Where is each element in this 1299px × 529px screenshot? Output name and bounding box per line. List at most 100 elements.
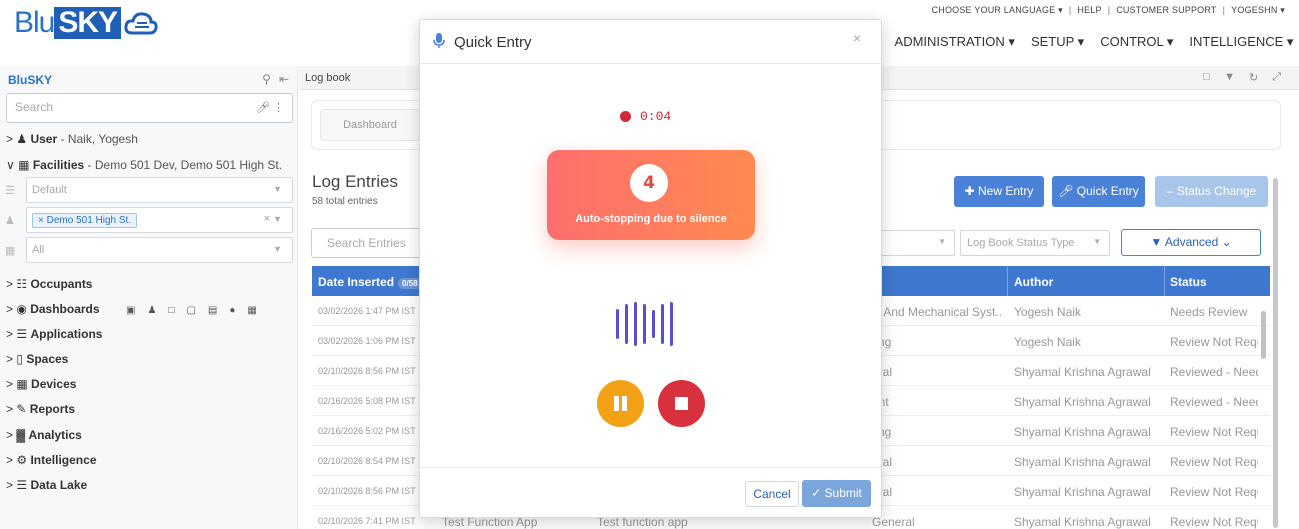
facility-chip[interactable]: × Demo 501 High St.: [32, 213, 138, 228]
modal-header: Quick Entry ×: [420, 20, 881, 64]
copy-icon[interactable]: ▢: [186, 305, 195, 316]
cell-author: Shyamal Krishna Agrawal: [1014, 455, 1151, 469]
tab-dashboard[interactable]: Dashboard: [320, 109, 420, 141]
caret-down-icon: ▼: [273, 214, 282, 224]
column-header-author[interactable]: Author: [1014, 275, 1053, 289]
tree-item-user[interactable]: > ♟ User - Naik, Yogesh: [6, 132, 138, 146]
select-value: Default: [32, 184, 67, 196]
info-icon[interactable]: ●: [229, 305, 235, 316]
dashboard-icon: ◉: [16, 302, 27, 316]
facility-select[interactable]: × Demo 501 High St. × ▼: [26, 207, 293, 233]
submit-button[interactable]: ✓ Submit: [802, 480, 871, 507]
person-icon[interactable]: ♟: [147, 305, 156, 316]
nav-item-control[interactable]: CONTROL ▾: [1100, 34, 1173, 50]
select-value: All: [32, 244, 45, 256]
area-select[interactable]: All ▼: [26, 237, 293, 263]
chevron-right-icon: >: [6, 302, 14, 316]
cell-author: Shyamal Krishna Agrawal: [1014, 365, 1151, 379]
nav-item-administration[interactable]: ADMINISTRATION ▾: [895, 34, 1015, 50]
tree-item-applications[interactable]: > ☰ Applications: [6, 327, 102, 341]
trash-icon[interactable]: □: [1203, 71, 1210, 84]
chevron-right-icon: >: [6, 402, 14, 416]
status-type-select[interactable]: Log Book Status Type ▼: [960, 230, 1110, 256]
nav-item-intelligence[interactable]: INTELLIGENCE ▾: [1189, 34, 1293, 50]
stop-button[interactable]: [658, 380, 705, 427]
silence-message: Auto-stopping due to silence: [575, 213, 727, 225]
sidebar-title: BluSKY: [8, 73, 53, 87]
microphone-icon: 🎤︎: [1058, 184, 1074, 198]
cell-status: Reviewed - Needs: [1170, 365, 1258, 379]
tree-item-reports[interactable]: > ✎ Reports: [6, 402, 75, 416]
tree-value: - Demo 501 Dev, Demo 501 High St.: [87, 158, 283, 172]
separator: |: [1068, 5, 1072, 15]
nav-item-setup[interactable]: SETUP ▾: [1031, 34, 1084, 50]
door-icon: ▯: [16, 352, 23, 366]
filter-icon[interactable]: ▼: [1224, 71, 1235, 84]
quick-entry-button[interactable]: 🎤︎ Quick Entry: [1052, 176, 1145, 207]
column-header-status[interactable]: Status: [1170, 275, 1207, 289]
chevron-down-icon: ⌄: [1221, 235, 1232, 249]
cell-date: 02/10/2026 8:54 PM IST: [318, 456, 416, 466]
user-menu[interactable]: YOGESHN ▾: [1231, 5, 1285, 16]
clear-icon[interactable]: ×: [264, 213, 270, 225]
type-filter-select[interactable]: ▼: [879, 230, 955, 256]
list-icon: ☰: [16, 327, 28, 341]
refresh-icon[interactable]: ↻: [1249, 71, 1258, 84]
filter-icon: ▼: [1150, 235, 1163, 249]
facility-group-select[interactable]: Default ▼: [26, 177, 293, 203]
cancel-button[interactable]: Cancel: [745, 481, 799, 507]
pause-button[interactable]: [597, 380, 644, 427]
save-icon[interactable]: ▤: [208, 305, 217, 316]
collapse-panel-icon[interactable]: ⇤: [279, 72, 289, 86]
calendar-icon[interactable]: ▣: [126, 305, 135, 316]
search-icon[interactable]: ⚲: [262, 72, 271, 86]
user-icon: ♟: [16, 132, 28, 146]
column-header-date[interactable]: Date Inserted 0/58: [318, 275, 422, 289]
tree-item-dashboards[interactable]: > ◉ Dashboards: [6, 302, 100, 316]
language-menu[interactable]: CHOOSE YOUR LANGUAGE ▾: [932, 5, 1063, 16]
pause-icon: [614, 396, 619, 411]
expand-icon[interactable]: ⤢: [1272, 71, 1281, 84]
microphone-icon[interactable]: 🎤︎ ⋮: [256, 101, 284, 114]
select-placeholder: Log Book Status Type: [967, 237, 1075, 249]
caret-down-icon: ▼: [938, 237, 946, 246]
database-icon: ☰: [16, 478, 28, 492]
customer-support-link[interactable]: CUSTOMER SUPPORT: [1116, 5, 1216, 16]
tree-item-occupants[interactable]: > ☷ Occupants: [6, 277, 92, 291]
chevron-right-icon: >: [6, 277, 14, 291]
caret-down-icon: ▼: [273, 184, 282, 194]
trash-icon[interactable]: □: [168, 305, 174, 316]
panel-scrollbar[interactable]: [1273, 178, 1278, 528]
building-icon: ▦: [5, 245, 16, 257]
tree-item-data-lake[interactable]: > ☰ Data Lake: [6, 478, 87, 492]
recording-indicator-icon: [620, 111, 631, 122]
button-label: Quick Entry: [1076, 184, 1139, 198]
blusky-logo[interactable]: Blu SKY: [14, 6, 159, 40]
building-icon: ▦: [18, 158, 30, 172]
tree-label: Facilities: [32, 158, 85, 172]
tree-label: Applications: [30, 327, 103, 341]
advanced-filter-button[interactable]: ▼ Advanced ⌄: [1121, 229, 1261, 256]
edit-icon: ✎: [16, 402, 27, 416]
tree-item-analytics[interactable]: > ▓ Analytics: [6, 428, 82, 442]
status-change-button[interactable]: – Status Change: [1155, 176, 1268, 207]
cell-date: 02/10/2026 8:56 PM IST: [318, 486, 416, 496]
sidebar-search-input[interactable]: Search 🎤︎ ⋮: [6, 93, 293, 123]
people-icon: ♟: [5, 215, 15, 227]
help-link[interactable]: HELP: [1077, 5, 1101, 16]
microphone-icon: [433, 33, 445, 48]
new-entry-button[interactable]: ✚ New Entry: [954, 176, 1044, 207]
tree-label: User: [30, 132, 58, 146]
logo-text-blu: Blu: [14, 6, 55, 39]
tree-item-facilities[interactable]: ∨ ▦ Facilities - Demo 501 Dev, Demo 501 …: [6, 158, 282, 172]
tree-item-spaces[interactable]: > ▯ Spaces: [6, 352, 68, 366]
grid-icon[interactable]: ▦: [247, 305, 256, 316]
table-scrollbar-thumb[interactable]: [1261, 311, 1266, 359]
chip-label: Demo 501 High St.: [46, 215, 132, 226]
tree-item-intelligence[interactable]: > ⚙ Intelligence: [6, 453, 97, 467]
entry-count: 58 total entries: [312, 196, 378, 207]
close-icon[interactable]: ×: [853, 30, 861, 46]
tree-item-devices[interactable]: > ▦ Devices: [6, 377, 76, 391]
cell-status: Reviewed - Needs: [1170, 395, 1258, 409]
logo-text-sky: SKY: [54, 7, 122, 39]
